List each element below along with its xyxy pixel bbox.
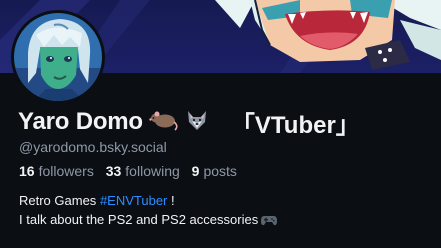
vtuber-tag: 「VTuber」 — [230, 111, 360, 139]
followers-count: 16 — [19, 163, 35, 179]
display-name-row: Yaro Domo 「VTuber」 — [18, 106, 438, 139]
posts-count: 9 — [191, 163, 200, 179]
bio-text: Retro Games — [19, 193, 97, 208]
avatar-artwork — [14, 13, 102, 101]
wolf-emoji-icon — [185, 108, 209, 137]
bio-text: I talk about the PS2 and PS2 accessories — [19, 212, 259, 227]
following-link[interactable]: 33 following — [106, 163, 180, 179]
gamepad-icon — [261, 212, 278, 231]
avatar[interactable] — [14, 13, 102, 101]
display-name: Yaro Domo — [18, 108, 143, 135]
profile-handle: @yarodomo.bsky.social — [19, 139, 167, 155]
hashtag-link[interactable]: #ENVTuber — [100, 193, 167, 208]
bio-text-suffix: ! — [167, 193, 175, 208]
posts-stat: 9 posts — [192, 163, 237, 179]
profile-bio: Retro Games #ENVTuber ! I talk about the… — [19, 191, 429, 231]
followers-label: followers — [38, 163, 94, 179]
following-label: following — [125, 163, 180, 179]
following-count: 33 — [105, 163, 122, 179]
rat-emoji-icon — [149, 109, 179, 136]
bio-line-1: Retro Games #ENVTuber ! — [19, 191, 429, 210]
bio-line-2: I talk about the PS2 and PS2 accessories — [19, 210, 429, 231]
profile-stats: 16 followers 33 following 9 posts — [19, 163, 245, 179]
followers-link[interactable]: 16 followers — [19, 163, 94, 179]
posts-label: posts — [203, 163, 237, 179]
